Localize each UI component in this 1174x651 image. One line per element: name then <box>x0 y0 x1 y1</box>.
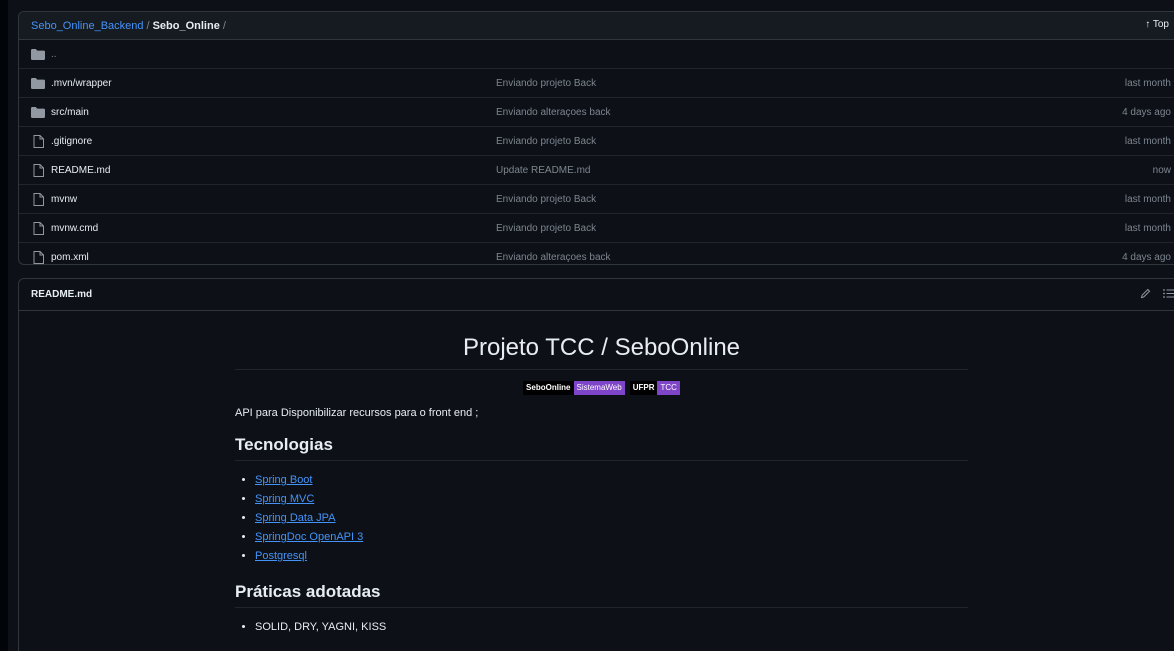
commit-message-link[interactable]: Enviando projeto Back <box>496 223 596 234</box>
breadcrumb-trailing-separator: / <box>222 19 226 32</box>
file-name-link[interactable]: src/main <box>51 107 501 118</box>
readme-title: Projeto TCC / SeboOnline <box>235 334 968 370</box>
list-item: Postgresql <box>255 547 968 566</box>
file-row[interactable]: src/main Enviando alteraçoes back 4 days… <box>19 98 1174 127</box>
commit-age: now <box>1152 164 1171 176</box>
file-row[interactable]: .mvn/wrapper Enviando projeto Back last … <box>19 69 1174 98</box>
list-item: SOLID, DRY, YAGNI, KISS <box>255 618 968 637</box>
readme-filename: README.md <box>31 289 93 300</box>
badge-ufpr[interactable]: UFPR TCC <box>629 381 680 395</box>
commit-message-link[interactable]: Enviando projeto Back <box>496 78 596 89</box>
file-row[interactable]: README.md Update README.md now <box>19 156 1174 185</box>
file-name-link[interactable]: mvnw <box>51 194 501 205</box>
breadcrumb-current: Sebo_Online <box>152 19 220 32</box>
commit-message-link[interactable]: Update README.md <box>496 165 590 176</box>
edit-pencil-icon[interactable] <box>1140 288 1151 302</box>
commit-message-link[interactable]: Enviando projeto Back <box>496 194 596 205</box>
file-row[interactable]: pom.xml Enviando alteraçoes back 4 days … <box>19 243 1174 271</box>
file-name-link[interactable]: README.md <box>51 165 501 176</box>
tech-list: Spring Boot Spring MVC Spring Data JPA S… <box>235 471 968 566</box>
badge-value: SistemaWeb <box>573 381 625 395</box>
file-icon <box>31 250 45 264</box>
folder-icon <box>31 48 45 60</box>
commit-message-link[interactable]: Enviando alteraçoes back <box>496 252 611 263</box>
commit-age: last month <box>1124 222 1171 234</box>
list-item: SpringDoc OpenAPI 3 <box>255 528 968 547</box>
badge-label: SeboOnline <box>523 381 574 395</box>
top-link[interactable]: ↑ Top <box>1145 19 1169 30</box>
file-icon <box>31 221 45 235</box>
readme-content: Projeto TCC / SeboOnline SeboOnline Sist… <box>235 311 968 637</box>
file-icon <box>31 134 45 148</box>
commit-age: last month <box>1124 77 1171 89</box>
badge-value: TCC <box>657 381 680 395</box>
practices-list: SOLID, DRY, YAGNI, KISS <box>235 618 968 637</box>
tech-link[interactable]: Spring Data JPA <box>255 512 336 524</box>
badge-seboonline[interactable]: SeboOnline SistemaWeb <box>523 381 625 395</box>
file-icon <box>31 163 45 177</box>
file-row[interactable]: mvnw Enviando projeto Back last month <box>19 185 1174 214</box>
readme-toolbar <box>1140 288 1174 302</box>
tech-link[interactable]: Postgresql <box>255 550 307 562</box>
badge-label: UFPR <box>629 381 658 395</box>
readme-intro: API para Disponibilizar recursos para o … <box>235 407 479 419</box>
list-item: Spring Boot <box>255 471 968 490</box>
readme-header: README.md <box>19 279 1174 311</box>
parent-directory-row[interactable]: .. <box>19 40 1174 69</box>
commit-age: last month <box>1124 193 1171 205</box>
github-repo-view: Sebo_Online_Backend / Sebo_Online / ↑ To… <box>0 0 1174 651</box>
file-name-link[interactable]: mvnw.cmd <box>51 223 501 234</box>
parent-directory-link[interactable]: .. <box>51 49 501 60</box>
file-icon <box>31 192 45 206</box>
file-name-link[interactable]: .mvn/wrapper <box>51 78 501 89</box>
list-item: Spring MVC <box>255 490 968 509</box>
tech-link[interactable]: Spring MVC <box>255 493 314 505</box>
breadcrumb: Sebo_Online_Backend / Sebo_Online / ↑ To… <box>19 12 1174 40</box>
commit-age: 4 days ago <box>1122 106 1171 118</box>
outline-list-icon[interactable] <box>1163 288 1174 302</box>
tech-link[interactable]: Spring Boot <box>255 474 312 486</box>
breadcrumb-separator: / <box>146 19 150 32</box>
breadcrumb-repo-link[interactable]: Sebo_Online_Backend <box>31 20 144 32</box>
tech-link[interactable]: SpringDoc OpenAPI 3 <box>255 531 363 543</box>
file-browser: Sebo_Online_Backend / Sebo_Online / ↑ To… <box>18 11 1174 265</box>
badge-row: SeboOnline SistemaWeb UFPR TCC <box>235 381 968 395</box>
file-row[interactable]: mvnw.cmd Enviando projeto Back last mont… <box>19 214 1174 243</box>
readme-panel: README.md Projeto TCC / SeboOnline SeboO… <box>18 278 1174 651</box>
file-row[interactable]: .gitignore Enviando projeto Back last mo… <box>19 127 1174 156</box>
list-item: Spring Data JPA <box>255 509 968 528</box>
commit-age: 4 days ago <box>1122 251 1171 263</box>
file-name-link[interactable]: .gitignore <box>51 136 501 147</box>
commit-message-link[interactable]: Enviando projeto Back <box>496 136 596 147</box>
file-name-link[interactable]: pom.xml <box>51 252 501 263</box>
tech-heading: Tecnologias <box>235 435 968 461</box>
commit-age: last month <box>1124 135 1171 147</box>
folder-icon <box>31 106 45 118</box>
folder-icon <box>31 77 45 89</box>
left-edge-strip <box>0 0 8 651</box>
commit-message-link[interactable]: Enviando alteraçoes back <box>496 107 611 118</box>
practices-heading: Práticas adotadas <box>235 582 968 608</box>
